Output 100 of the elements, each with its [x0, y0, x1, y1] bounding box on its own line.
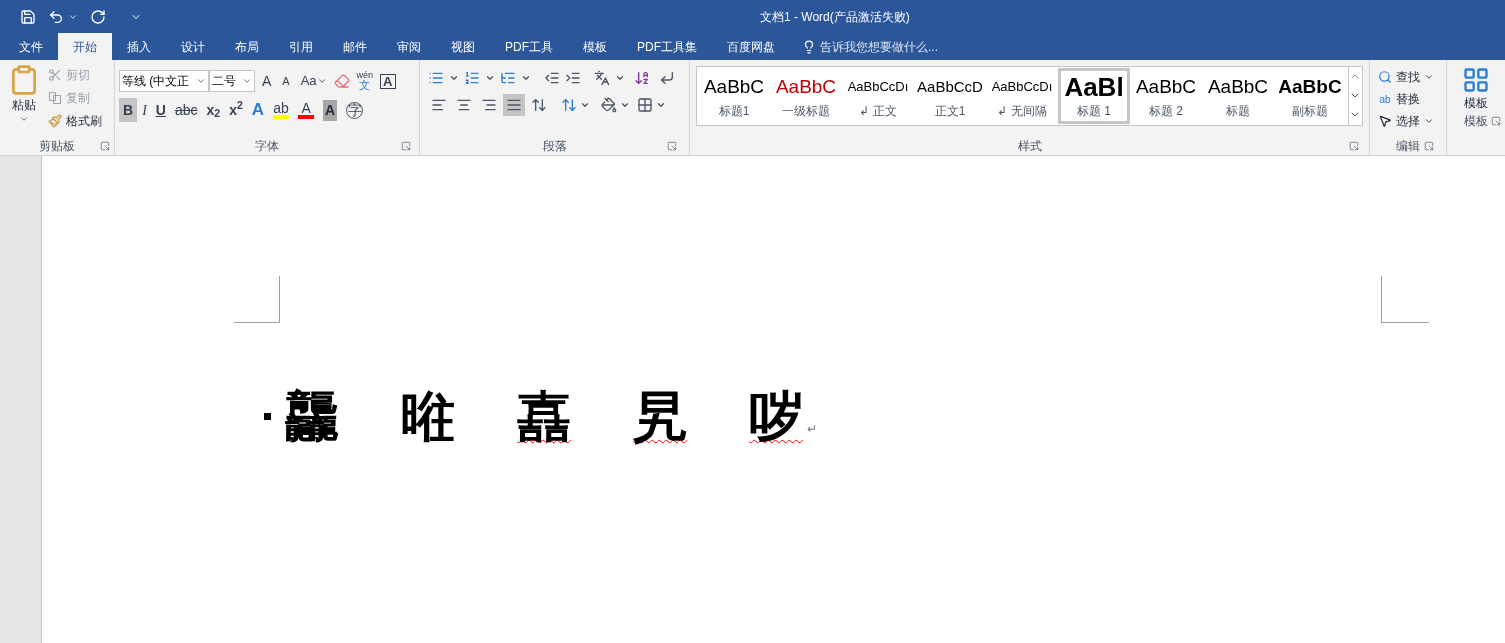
ribbon-tab[interactable]: 开始 — [58, 33, 112, 60]
borders-icon[interactable] — [637, 97, 653, 113]
save-icon[interactable] — [20, 8, 36, 25]
template-button[interactable]: 模板 — [1462, 66, 1490, 112]
group-label: 编辑 — [1396, 138, 1420, 155]
launcher-icon[interactable] — [667, 141, 677, 151]
launcher-icon[interactable] — [100, 141, 110, 151]
margin-corner-mark — [234, 276, 280, 323]
style-item[interactable]: AaBbCcDı ↲ 无间隔 — [986, 68, 1058, 124]
grow-font-button[interactable]: A — [258, 70, 276, 92]
group-label: 模板 — [1464, 113, 1488, 130]
text-effects-button[interactable]: A — [247, 98, 269, 122]
launcher-icon[interactable] — [1424, 141, 1434, 151]
paste-button[interactable]: 粘贴 — [4, 64, 44, 131]
line-spacing-icon[interactable] — [561, 97, 577, 113]
align-icon — [481, 97, 497, 113]
decrease-indent-icon[interactable] — [544, 70, 560, 86]
style-item[interactable]: AaBbC 一级标题 — [770, 68, 842, 124]
font-name-field[interactable]: 等线 (中文正 — [119, 70, 209, 92]
find-button[interactable]: 查找 — [1378, 66, 1438, 88]
bullets-icon[interactable] — [428, 70, 444, 86]
ribbon-tab[interactable]: PDF工具 — [490, 33, 568, 60]
font-size-field[interactable]: 二号 — [209, 70, 255, 92]
window-title: 文档1 - Word(产品激活失败) — [760, 8, 910, 26]
group-label: 字体 — [255, 138, 279, 155]
change-case-button[interactable]: Aa — [296, 71, 331, 91]
scissors-icon — [48, 67, 62, 82]
launcher-icon[interactable] — [1349, 141, 1359, 151]
document-character: 哕 — [749, 385, 803, 448]
paintbrush-icon — [48, 113, 62, 128]
ribbon-tab[interactable]: 插入 — [112, 33, 166, 60]
style-item[interactable]: AaBbC 标题 — [1202, 68, 1274, 124]
redo-icon[interactable] — [90, 8, 106, 25]
ribbon-tab[interactable]: 视图 — [436, 33, 490, 60]
caret-icon[interactable] — [242, 76, 252, 86]
italic-button[interactable]: I — [138, 98, 151, 122]
shrink-font-button[interactable]: A — [278, 72, 294, 90]
ribbon-tab[interactable]: 审阅 — [382, 33, 436, 60]
ribbon-tab[interactable]: 布局 — [220, 33, 274, 60]
caret-icon — [1424, 72, 1434, 82]
tell-me-input[interactable]: 告诉我您想要做什么... — [820, 37, 980, 56]
asian-layout-icon[interactable] — [594, 70, 610, 86]
select-button[interactable]: 选择 — [1378, 110, 1438, 132]
phonetic-guide-button[interactable]: wén 文 — [352, 71, 378, 91]
group-label: 剪贴板 — [39, 138, 75, 155]
style-item[interactable]: AaBbC 标题 2 — [1130, 68, 1202, 124]
caret-icon[interactable] — [521, 73, 531, 83]
paragraph-mark-icon[interactable] — [659, 70, 675, 86]
replace-button[interactable]: ab 替换 — [1378, 88, 1438, 110]
ribbon-tab[interactable]: 文件 — [4, 33, 58, 60]
document-character: 暀 — [401, 385, 455, 448]
undo-icon[interactable] — [48, 8, 64, 25]
bold-button[interactable]: B — [119, 98, 138, 122]
script-button[interactable]: x$_{2}$ — [202, 98, 225, 122]
document-character: 旯 — [633, 385, 687, 448]
caret-icon — [316, 76, 327, 86]
highlight-button[interactable]: ab — [269, 98, 294, 122]
font-color-button[interactable]: A — [294, 98, 319, 122]
launcher-icon[interactable] — [401, 141, 411, 151]
align-button[interactable] — [503, 94, 525, 116]
caret-icon[interactable] — [580, 100, 590, 110]
ribbon-tab[interactable]: PDF工具集 — [622, 33, 712, 60]
eraser-icon[interactable] — [333, 73, 350, 89]
caret-icon[interactable] — [449, 73, 459, 83]
caret-icon[interactable] — [485, 73, 495, 83]
underline-button[interactable]: U — [151, 98, 170, 122]
strikethrough-button[interactable]: abc — [170, 98, 202, 122]
style-item[interactable]: AaBbCcD 正文1 — [914, 68, 986, 124]
format-painter-button[interactable]: 格式刷 — [48, 110, 102, 131]
group-label: 样式 — [1017, 138, 1042, 155]
style-item[interactable]: AaBl 标题 1 — [1058, 68, 1130, 124]
group-label: 段落 — [542, 138, 567, 155]
paint-bucket-icon[interactable] — [601, 97, 617, 113]
style-item[interactable]: AaBbCcDı ↲ 正文 — [842, 68, 914, 124]
increase-indent-icon[interactable] — [565, 70, 581, 86]
style-item[interactable]: AaBbC 副标题 — [1274, 68, 1346, 124]
align-icon — [456, 97, 472, 113]
caret-icon[interactable] — [615, 73, 625, 83]
document-character: 龘 — [285, 385, 339, 448]
caret-icon[interactable] — [656, 100, 666, 110]
caret-icon[interactable] — [196, 76, 206, 86]
ribbon-tab[interactable]: 引用 — [274, 33, 328, 60]
ribbon-tab[interactable]: 模板 — [568, 33, 622, 60]
align-icon — [506, 97, 522, 113]
script-button[interactable]: x$^{2}$ — [225, 98, 247, 122]
caret-icon[interactable] — [620, 100, 630, 110]
style-item[interactable]: AaBbC 标题1 — [698, 68, 770, 124]
lightbulb-icon — [802, 39, 816, 54]
numbering-icon[interactable] — [464, 70, 480, 86]
paragraph-mark: ↵ — [807, 421, 817, 438]
ribbon-tab[interactable]: 设计 — [166, 33, 220, 60]
caret-icon — [19, 114, 29, 124]
ribbon-tab[interactable]: 邮件 — [328, 33, 382, 60]
pointer-icon — [1378, 114, 1392, 128]
character-border-button[interactable]: A — [380, 73, 396, 89]
margin-corner-mark — [1381, 276, 1429, 323]
launcher-icon[interactable] — [1491, 116, 1501, 126]
ribbon-tab[interactable]: 百度网盘 — [712, 33, 790, 60]
sort-icon[interactable] — [634, 70, 650, 86]
multilevel-list-icon[interactable] — [500, 70, 516, 86]
